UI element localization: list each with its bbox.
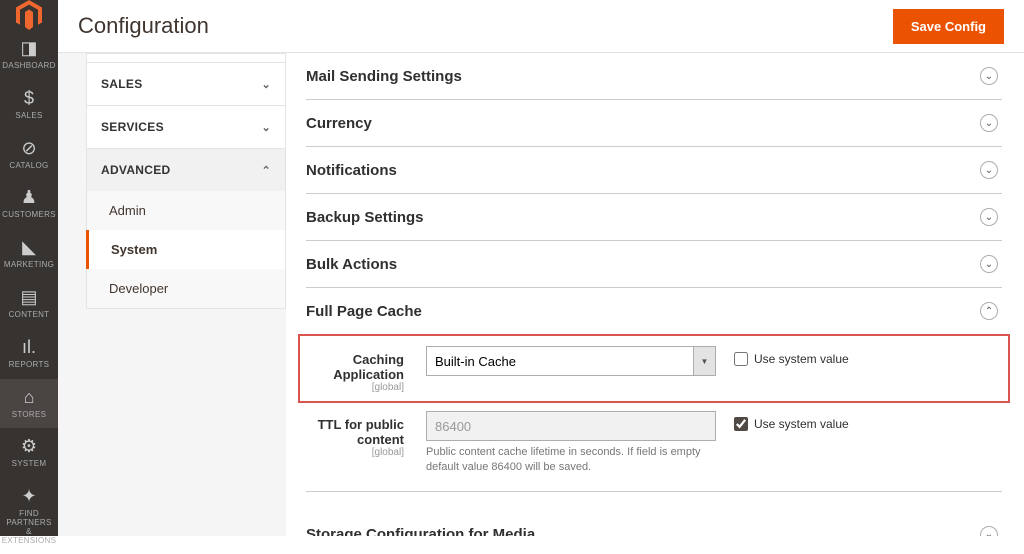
field-ttl: TTL for public content [global] Public c… [306, 405, 1002, 481]
caching-application-label: Caching Application [333, 352, 404, 382]
caching-application-highlight: Caching Application [global] Built-in Ca… [298, 334, 1010, 403]
page-header: Configuration Save Config [58, 0, 1024, 53]
scope-label: [global] [306, 382, 404, 393]
layers-icon: ▤ [20, 287, 37, 308]
select-dropdown-icon[interactable]: ▼ [694, 346, 716, 376]
admin-leftbar: ◨DASHBOARD $SALES ⊘CATALOG ♟CUSTOMERS ◣M… [0, 0, 58, 536]
caching-application-select[interactable]: Built-in Cache [426, 346, 694, 376]
settings-main: Mail Sending Settings ⌄ Currency ⌄ Notif… [286, 53, 1024, 536]
section-full-page-cache[interactable]: Full Page Cache ⌃ [306, 288, 1002, 334]
section-backup[interactable]: Backup Settings ⌄ [306, 194, 1002, 241]
expand-icon: ⌄ [980, 161, 998, 179]
section-full-page-cache-body: Caching Application [global] Built-in Ca… [306, 334, 1002, 492]
config-sidebar: SALES ⌄ SERVICES ⌄ ADVANCED ⌃ Admin Syst… [58, 53, 286, 536]
expand-icon: ⌄ [980, 67, 998, 85]
puzzle-icon: ✦ [21, 486, 36, 507]
config-group-services[interactable]: SERVICES ⌄ [87, 105, 285, 148]
dollar-icon: $ [24, 88, 34, 109]
expand-icon: ⌄ [980, 208, 998, 226]
nav-reports[interactable]: ıl.REPORTS [0, 329, 58, 379]
expand-icon: ⌄ [980, 255, 998, 273]
config-item-system[interactable]: System [86, 230, 285, 269]
ttl-help-text: Public content cache lifetime in seconds… [426, 445, 716, 475]
content-region: SALES ⌄ SERVICES ⌄ ADVANCED ⌃ Admin Syst… [58, 53, 1024, 536]
nav-dashboard[interactable]: ◨DASHBOARD [0, 30, 58, 80]
store-icon: ⌂ [24, 387, 35, 408]
magento-logo-icon[interactable] [0, 0, 58, 30]
section-bulk-actions[interactable]: Bulk Actions ⌄ [306, 241, 1002, 288]
nav-customers[interactable]: ♟CUSTOMERS [0, 179, 58, 229]
nav-stores[interactable]: ⌂STORES [0, 379, 58, 429]
person-icon: ♟ [21, 187, 37, 208]
config-item-developer[interactable]: Developer [87, 269, 285, 308]
section-storage-config[interactable]: Storage Configuration for Media ⌄ [306, 512, 1002, 536]
ttl-use-system-checkbox[interactable] [734, 417, 748, 431]
section-mail-sending[interactable]: Mail Sending Settings ⌄ [306, 53, 1002, 100]
scope-label: [global] [306, 447, 404, 458]
nav-content[interactable]: ▤CONTENT [0, 279, 58, 329]
collapse-icon: ⌃ [980, 302, 998, 320]
megaphone-icon: ◣ [22, 237, 36, 258]
nav-catalog[interactable]: ⊘CATALOG [0, 130, 58, 180]
config-item-admin[interactable]: Admin [87, 191, 285, 230]
tag-icon: ⊘ [21, 138, 36, 159]
nav-partners[interactable]: ✦FIND PARTNERS & EXTENSIONS [0, 478, 58, 554]
bars-icon: ıl. [22, 337, 36, 358]
use-system-label: Use system value [754, 417, 849, 431]
page-title: Configuration [78, 13, 893, 39]
section-notifications[interactable]: Notifications ⌄ [306, 147, 1002, 194]
nav-system[interactable]: ⚙SYSTEM [0, 428, 58, 478]
use-system-label: Use system value [754, 352, 849, 366]
dashboard-icon: ◨ [20, 38, 37, 59]
ttl-label: TTL for public content [318, 417, 404, 447]
chevron-up-icon: ⌃ [261, 164, 271, 177]
ttl-input[interactable] [426, 411, 716, 441]
nav-sales[interactable]: $SALES [0, 80, 58, 130]
config-group-advanced[interactable]: ADVANCED ⌃ [87, 148, 285, 191]
chevron-down-icon: ⌄ [261, 78, 271, 91]
section-currency[interactable]: Currency ⌄ [306, 100, 1002, 147]
caching-app-use-system-checkbox[interactable] [734, 352, 748, 366]
expand-icon: ⌄ [980, 114, 998, 132]
save-config-button[interactable]: Save Config [893, 9, 1004, 44]
config-group-sales[interactable]: SALES ⌄ [87, 62, 285, 105]
nav-marketing[interactable]: ◣MARKETING [0, 229, 58, 279]
field-caching-application: Caching Application [global] Built-in Ca… [306, 340, 1002, 399]
gear-icon: ⚙ [21, 436, 37, 457]
chevron-down-icon: ⌄ [261, 121, 271, 134]
expand-icon: ⌄ [980, 526, 998, 536]
